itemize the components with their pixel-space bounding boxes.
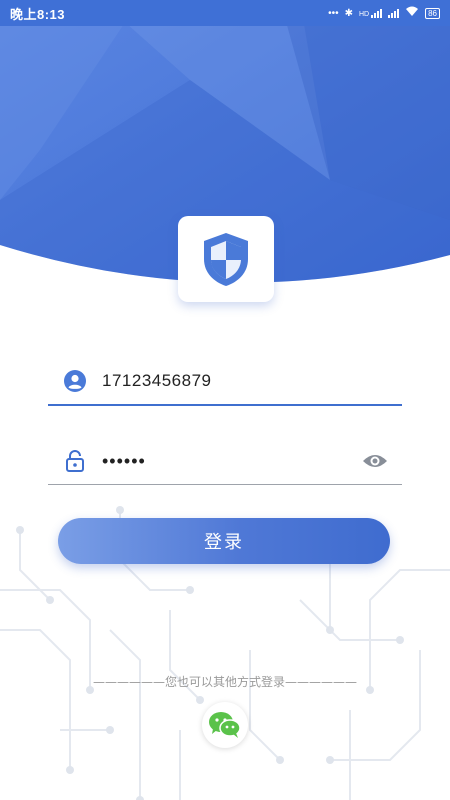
other-login-divider: ——————您也可以其他方式登录—————— [92, 675, 357, 689]
wifi-icon [405, 6, 419, 20]
status-time: 晚上8:13 [10, 6, 66, 22]
password-input[interactable]: •••••• [102, 451, 360, 472]
battery-icon: 86 [425, 7, 440, 19]
cellular-signal-2-icon [388, 8, 400, 18]
status-icons: ••• ✱ HD 86 [328, 6, 440, 20]
username-input[interactable]: 17123456879 [102, 371, 402, 391]
login-button[interactable]: 登录 [58, 518, 390, 564]
network-tag: HD [358, 11, 370, 18]
password-field[interactable]: •••••• [48, 438, 402, 485]
shield-icon [204, 233, 248, 286]
status-bar: 晚上8:13 ••• ✱ HD 86 [0, 0, 450, 26]
eye-icon[interactable] [360, 449, 390, 473]
cellular-signal-icon: HD [358, 8, 383, 18]
wechat-icon [209, 712, 241, 738]
lock-icon [62, 448, 88, 474]
app-logo [178, 216, 274, 302]
bluetooth-icon: ✱ [344, 7, 353, 19]
user-icon [62, 368, 88, 394]
notification-dots: ••• [328, 7, 339, 19]
wechat-login-button[interactable] [202, 702, 248, 748]
username-field[interactable]: 17123456879 [48, 358, 402, 406]
